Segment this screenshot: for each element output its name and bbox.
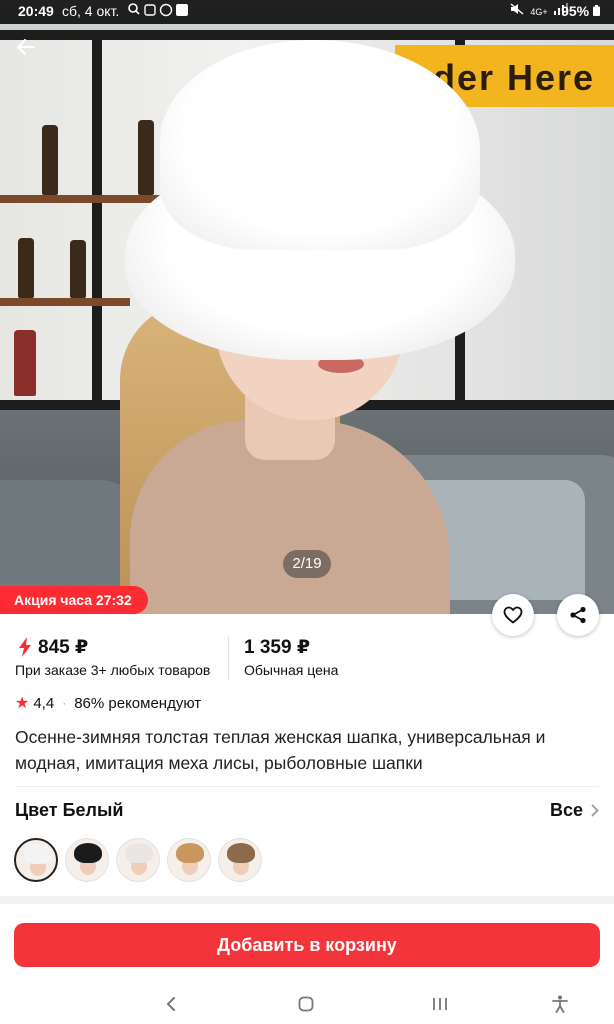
color-swatch[interactable] bbox=[167, 838, 211, 882]
chevron-right-icon bbox=[591, 804, 599, 817]
color-swatch[interactable] bbox=[218, 838, 262, 882]
nav-home-button[interactable] bbox=[286, 990, 326, 1018]
recents-icon bbox=[433, 998, 447, 1010]
window-frame bbox=[0, 30, 614, 40]
sale-price-condition: При заказе 3+ любых товаров bbox=[15, 662, 211, 678]
signal-icons: 4G+ bbox=[510, 3, 568, 18]
shelf bbox=[0, 298, 130, 306]
lightning-icon bbox=[19, 637, 31, 657]
bottle bbox=[138, 120, 154, 195]
regular-price-value: 1 359 ₽ bbox=[244, 637, 311, 658]
back-button[interactable] bbox=[10, 32, 42, 64]
sale-price-value: 845 ₽ bbox=[38, 637, 89, 658]
share-icon bbox=[570, 606, 586, 624]
star-icon: ★ bbox=[15, 695, 30, 712]
section-divider bbox=[15, 786, 599, 787]
color-swatch[interactable] bbox=[14, 838, 58, 882]
notification-icons bbox=[128, 3, 190, 20]
accessibility-button[interactable] bbox=[540, 990, 580, 1018]
recommend-percent: 86% рекомендуют bbox=[74, 694, 202, 712]
swatch-hat bbox=[24, 844, 52, 864]
color-swatch[interactable] bbox=[116, 838, 160, 882]
window-frame bbox=[92, 30, 102, 410]
battery-icon bbox=[593, 5, 600, 16]
nav-back-button[interactable] bbox=[151, 990, 191, 1018]
home-icon bbox=[298, 996, 314, 1012]
shelf bbox=[0, 195, 160, 203]
bottle bbox=[70, 240, 86, 298]
swatch-hat bbox=[227, 843, 255, 863]
swatch-hat bbox=[176, 843, 204, 863]
product-title: Осенне-зимняя толстая теплая женская шап… bbox=[15, 727, 546, 773]
status-time: 20:49 bbox=[18, 3, 54, 19]
battery-level: 95% bbox=[561, 3, 600, 19]
color-swatch[interactable] bbox=[65, 838, 109, 882]
arrow-left-icon bbox=[17, 39, 35, 55]
heart-icon bbox=[503, 606, 523, 624]
color-selector-header: Цвет Белый Все bbox=[15, 800, 599, 826]
status-bar: 20:49 сб, 4 окт. 4G+ 95% bbox=[0, 0, 614, 24]
price-divider bbox=[228, 636, 229, 680]
add-to-cart-button[interactable]: Добавить в корзину bbox=[14, 923, 600, 967]
swatch-hat bbox=[125, 843, 153, 863]
product-image[interactable]: der Here bbox=[0, 0, 614, 614]
all-colors-link[interactable]: Все bbox=[550, 800, 599, 821]
notification-icons-glyphs bbox=[128, 3, 188, 17]
bottle bbox=[42, 125, 58, 195]
accessibility-icon bbox=[552, 995, 568, 1013]
all-colors-label: Все bbox=[549, 800, 583, 820]
chevron-left-icon bbox=[166, 997, 175, 1011]
photo-counter: 2/19 bbox=[283, 550, 331, 578]
color-label: Цвет Белый bbox=[15, 800, 124, 820]
promo-label: Акция часа 27:32 bbox=[14, 592, 132, 608]
nav-recents-button[interactable] bbox=[420, 990, 460, 1018]
regular-price-label: Обычная цена bbox=[244, 662, 339, 678]
network-type: 4G+ bbox=[530, 7, 548, 17]
bottle bbox=[14, 330, 36, 396]
swatch-hat bbox=[74, 843, 102, 863]
rating-row[interactable]: ★ 4,4 · 86% рекомендуют bbox=[15, 692, 201, 714]
bottle bbox=[18, 238, 34, 298]
rating-score: 4,4 bbox=[33, 694, 55, 712]
shop-sign-text: der Here bbox=[433, 57, 596, 98]
mute-icon bbox=[510, 3, 524, 15]
favorite-button[interactable] bbox=[492, 594, 534, 636]
status-date: сб, 4 окт. bbox=[62, 3, 120, 19]
section-gap bbox=[0, 896, 614, 904]
battery-percent: 95% bbox=[561, 3, 590, 19]
separator-dot: · bbox=[62, 696, 67, 710]
promo-badge: Акция часа 27:32 bbox=[0, 586, 148, 614]
system-nav-bar bbox=[0, 984, 614, 1024]
fur-hat-crown bbox=[160, 40, 480, 250]
color-swatches bbox=[14, 838, 262, 882]
share-button[interactable] bbox=[557, 594, 599, 636]
